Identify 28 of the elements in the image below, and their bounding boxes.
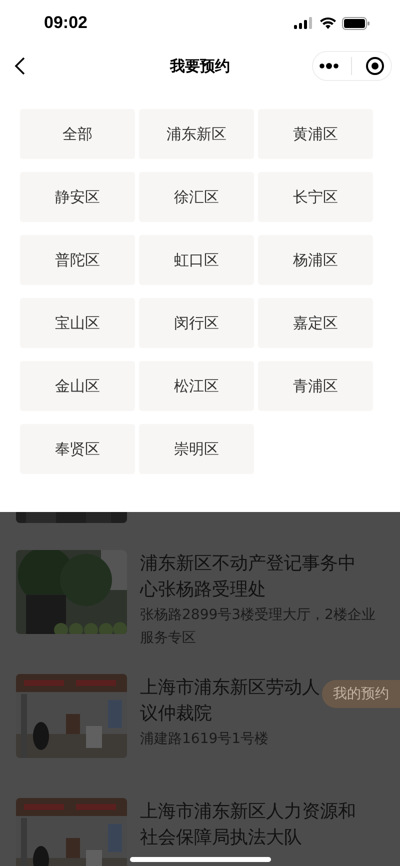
- district-option[interactable]: 静安区: [20, 172, 135, 222]
- district-option[interactable]: 杨浦区: [258, 235, 373, 285]
- wifi-icon: [320, 17, 336, 29]
- district-option[interactable]: 黄浦区: [258, 109, 373, 159]
- district-option[interactable]: 闵行区: [139, 298, 254, 348]
- battery-icon: [342, 16, 370, 30]
- office-title: 上海市浦东新区人力资源和 社会保障局执法大队: [140, 800, 356, 850]
- district-option[interactable]: 青浦区: [258, 361, 373, 411]
- more-icon[interactable]: [319, 63, 340, 69]
- district-option[interactable]: 奉贤区: [20, 424, 135, 474]
- signal-icon: [294, 17, 314, 29]
- status-time: 09:02: [44, 13, 88, 33]
- page-title: 我要预约: [170, 56, 230, 76]
- district-option[interactable]: 松江区: [139, 361, 254, 411]
- district-option[interactable]: 金山区: [20, 361, 135, 411]
- district-option[interactable]: 浦东新区: [139, 109, 254, 159]
- district-option[interactable]: 虹口区: [139, 235, 254, 285]
- district-option[interactable]: 徐汇区: [139, 172, 254, 222]
- district-option[interactable]: 长宁区: [258, 172, 373, 222]
- district-option[interactable]: 普陀区: [20, 235, 135, 285]
- district-option[interactable]: 宝山区: [20, 298, 135, 348]
- close-icon[interactable]: [364, 56, 385, 76]
- district-option[interactable]: 全部: [20, 109, 135, 159]
- district-option[interactable]: 嘉定区: [258, 298, 373, 348]
- back-button[interactable]: [14, 56, 26, 76]
- office-title: 上海市浦东新区劳动人 议仲裁院: [140, 676, 320, 726]
- office-title: 浦东新区不动产登记事务中 心张杨路受理处: [140, 552, 357, 602]
- district-option[interactable]: 崇明区: [139, 424, 254, 474]
